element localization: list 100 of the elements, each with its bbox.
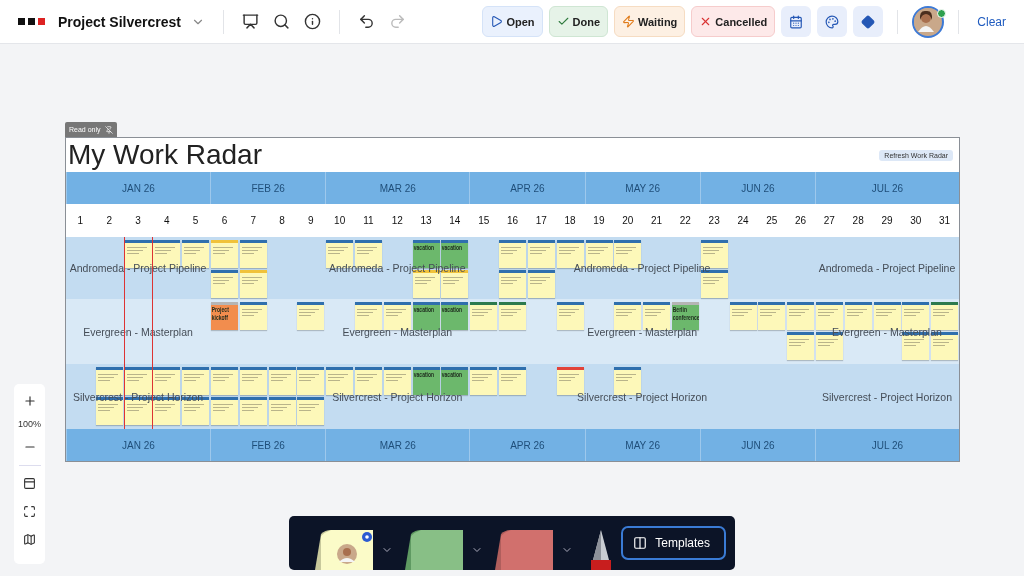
lane-label: Andromeda - Project Pipeline xyxy=(818,262,956,274)
status-filter-button[interactable]: Cancelled xyxy=(691,6,776,37)
status-filter-button[interactable]: Waiting xyxy=(614,6,686,37)
sticky-note[interactable] xyxy=(95,367,123,395)
sticky-note[interactable] xyxy=(729,302,757,330)
sticky-note[interactable] xyxy=(499,367,527,395)
sticky-note[interactable] xyxy=(239,397,267,425)
day-number: 4 xyxy=(163,214,171,228)
month-header: JAN 26 xyxy=(122,182,155,194)
sticky-note[interactable] xyxy=(297,397,325,425)
sticky-note[interactable] xyxy=(297,367,325,395)
month-header: MAR 26 xyxy=(379,182,416,194)
day-number: 8 xyxy=(278,214,286,228)
online-status-dot xyxy=(937,9,946,18)
sticky-note[interactable] xyxy=(614,302,642,330)
sticky-note[interactable] xyxy=(902,302,930,330)
sticky-note[interactable] xyxy=(643,302,671,330)
project-title[interactable]: Project Silvercrest xyxy=(58,13,181,30)
day-number: 18 xyxy=(563,214,577,228)
sticky-note[interactable] xyxy=(787,332,815,360)
logo xyxy=(18,17,46,26)
day-number: 17 xyxy=(534,214,548,228)
sticky-note[interactable] xyxy=(153,367,181,395)
lane-label: Silvercrest - Project Horizon xyxy=(72,390,204,403)
templates-button[interactable]: Templates xyxy=(621,526,726,560)
day-number: 21 xyxy=(649,214,664,228)
sticky-note[interactable] xyxy=(844,302,872,330)
note-lines-icon xyxy=(557,373,582,383)
note-lines-icon xyxy=(701,276,726,286)
note-lines-icon xyxy=(816,308,841,318)
month-footer: JUN 26 xyxy=(741,439,775,451)
sticky-note[interactable] xyxy=(211,270,239,298)
sticky-note[interactable] xyxy=(873,302,901,330)
sticky-note[interactable] xyxy=(239,367,267,395)
month-header: JUN 26 xyxy=(741,182,775,194)
sticky-note[interactable] xyxy=(355,367,383,395)
sticky-note[interactable] xyxy=(211,367,239,395)
month-footer: JUL 26 xyxy=(871,439,904,451)
sticky-note[interactable] xyxy=(268,397,296,425)
month-header: JUL 26 xyxy=(871,182,904,194)
sticky-note[interactable] xyxy=(787,302,815,330)
sticky-note[interactable] xyxy=(268,367,296,395)
note-lines-icon xyxy=(240,276,265,286)
note-lines-icon xyxy=(528,246,553,256)
note-lines-icon xyxy=(125,403,150,413)
month-footer: APR 26 xyxy=(510,439,545,451)
sticky-note[interactable] xyxy=(758,302,786,330)
note-lines-icon xyxy=(125,246,150,256)
note-lines-icon xyxy=(816,338,841,348)
sticky-note[interactable] xyxy=(297,302,325,330)
sticky-note[interactable] xyxy=(326,367,354,395)
note-lines-icon xyxy=(557,246,582,256)
lane-label: Silvercrest - Project Horizon xyxy=(577,390,708,403)
sticky-note[interactable] xyxy=(614,367,642,395)
day-number: 30 xyxy=(909,214,923,228)
note-lines-icon xyxy=(240,403,265,413)
sticky-note[interactable] xyxy=(383,302,411,330)
sticky-note[interactable] xyxy=(499,270,527,298)
sticky-note[interactable] xyxy=(931,302,959,330)
palette-icon[interactable] xyxy=(817,6,848,37)
sticky-note[interactable] xyxy=(556,302,584,330)
lane-label: Andromeda - Project Pipeline xyxy=(573,262,711,274)
day-number: 2 xyxy=(105,214,113,228)
sticky-note[interactable] xyxy=(527,240,555,268)
sticky-note[interactable] xyxy=(124,367,152,395)
sticky-note[interactable] xyxy=(556,367,584,395)
day-number: 22 xyxy=(678,214,692,228)
sticky-note[interactable] xyxy=(211,397,239,425)
note-lines-icon xyxy=(845,308,870,318)
sticky-note[interactable] xyxy=(355,302,383,330)
status-filter-button[interactable]: Done xyxy=(548,6,609,37)
pin-off-icon xyxy=(104,125,113,134)
status-filter-button[interactable]: Open xyxy=(482,6,543,37)
sticky-note[interactable] xyxy=(499,240,527,268)
sticky-note[interactable] xyxy=(499,302,527,330)
day-number: 16 xyxy=(505,214,520,228)
day-number: 23 xyxy=(707,214,721,228)
check-icon xyxy=(556,15,570,28)
note-lines-icon xyxy=(413,276,438,286)
sticky-note[interactable] xyxy=(815,302,843,330)
user-avatar[interactable] xyxy=(912,5,945,38)
clear-button[interactable]: Clear xyxy=(973,10,1010,33)
sticky-note[interactable] xyxy=(383,367,411,395)
calendar-icon[interactable] xyxy=(781,6,812,37)
day-number: 14 xyxy=(448,214,462,228)
sticky-note[interactable] xyxy=(239,302,267,330)
sticky-note[interactable] xyxy=(182,367,210,395)
day-number: 26 xyxy=(794,214,808,228)
sticky-note[interactable] xyxy=(239,240,267,268)
note-lines-icon xyxy=(269,373,294,383)
day-number: 13 xyxy=(419,214,433,228)
sticky-note[interactable] xyxy=(470,302,498,330)
sticky-note[interactable] xyxy=(470,367,498,395)
sticky-note[interactable] xyxy=(527,270,555,298)
day-number: 6 xyxy=(220,214,229,228)
day-number: 1 xyxy=(76,214,85,228)
day-number: 11 xyxy=(362,214,375,228)
day-number: 10 xyxy=(333,214,347,228)
note-lines-icon xyxy=(874,308,899,318)
note-lines-icon xyxy=(269,403,294,413)
